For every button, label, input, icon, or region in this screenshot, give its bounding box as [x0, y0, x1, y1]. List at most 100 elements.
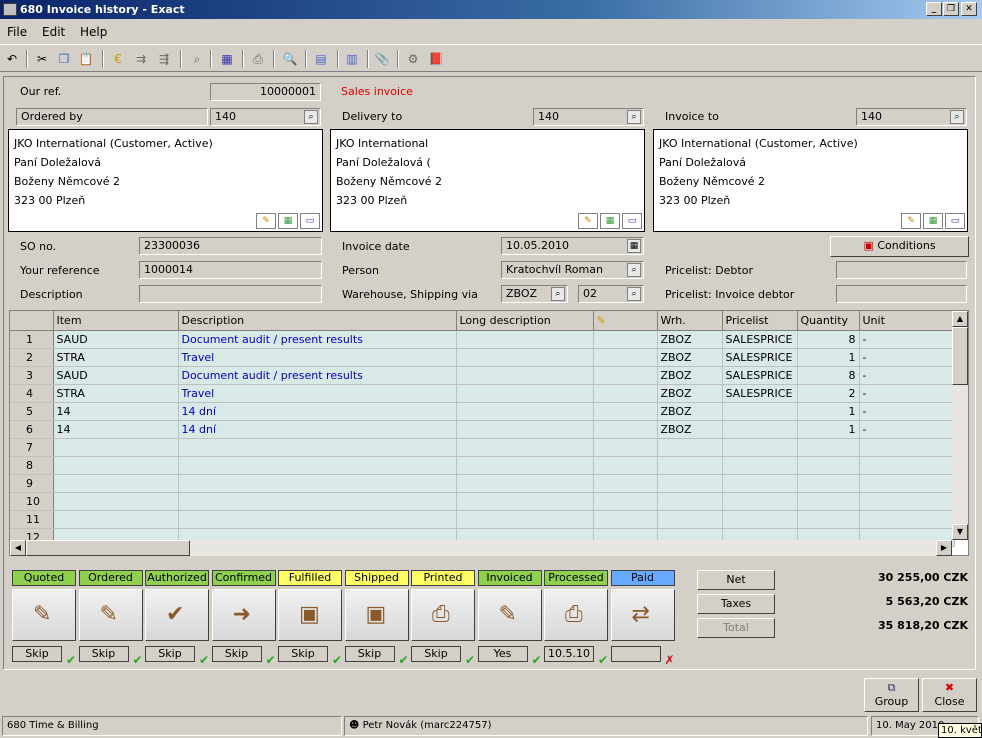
scroll-up-icon[interactable]: ▲ [952, 311, 968, 327]
cell-notes[interactable] [593, 420, 658, 439]
cell-item[interactable] [53, 438, 179, 457]
cell-item[interactable] [53, 474, 179, 493]
row-number[interactable]: 7 [10, 438, 54, 457]
stage-value[interactable]: Skip [344, 646, 395, 662]
row-number[interactable]: 8 [10, 456, 54, 475]
cell-pricelist[interactable] [722, 492, 798, 511]
window-icon[interactable]: ▭ [945, 213, 965, 229]
stage-button[interactable]: ✔ [145, 589, 209, 641]
cell-quantity[interactable]: 1 [797, 348, 860, 367]
cell-pricelist[interactable] [722, 420, 798, 439]
warehouse-field[interactable]: ZBOZ ⌕ [501, 285, 568, 303]
cell-description[interactable]: Travel [178, 384, 457, 403]
stage-value[interactable]: Yes [477, 646, 528, 662]
scroll-right-icon[interactable]: ▶ [936, 540, 952, 556]
lookup-icon[interactable]: ⌕ [627, 287, 641, 301]
cell-quantity[interactable] [797, 474, 860, 493]
person-field[interactable]: Kratochvíl Roman ⌕ [501, 261, 644, 279]
cell-warehouse[interactable]: ZBOZ [657, 330, 723, 349]
stage-button[interactable]: ⎙ [544, 589, 608, 641]
cell-unit[interactable] [859, 456, 955, 475]
notes-icon[interactable]: ▥ [343, 50, 361, 68]
cell-warehouse[interactable]: ZBOZ [657, 348, 723, 367]
window-icon[interactable]: ▭ [300, 213, 320, 229]
row-number[interactable]: 2 [10, 348, 54, 367]
description-field[interactable] [139, 285, 322, 303]
table-row[interactable]: 8 [10, 456, 955, 475]
cell-unit[interactable] [859, 510, 955, 529]
workflow-icon[interactable]: ⚙ [404, 50, 422, 68]
table-row[interactable]: 4 STRA Travel ZBOZ SALESPRICE 2- [10, 384, 955, 403]
invoice-to-field[interactable]: 140 ⌕ [856, 108, 967, 126]
cell-warehouse[interactable]: ZBOZ [657, 366, 723, 385]
stage-value[interactable]: Skip [411, 646, 461, 662]
cell-pricelist[interactable]: SALESPRICE [722, 384, 798, 403]
table-row[interactable]: 5 14 14 dní ZBOZ 1- [10, 402, 955, 421]
col-unit[interactable]: Unit [859, 311, 955, 331]
group-button[interactable]: ⧉ Group [864, 678, 919, 712]
cell-long-description[interactable] [456, 330, 594, 349]
so-field[interactable]: 23300036 [139, 237, 322, 255]
cell-item[interactable] [53, 510, 179, 529]
cell-notes[interactable] [593, 438, 658, 457]
total-button[interactable]: Total [697, 618, 775, 638]
col-pricelist[interactable]: Pricelist [722, 311, 798, 331]
attachment-icon[interactable]: 📎 [373, 50, 391, 68]
cell-description[interactable] [178, 492, 457, 511]
transfer-icon[interactable]: ⇶ [155, 50, 173, 68]
scroll-thumb[interactable] [952, 327, 968, 385]
zoom-icon[interactable]: ⌕ [188, 50, 206, 68]
scroll-left-icon[interactable]: ◀ [10, 540, 26, 556]
row-number[interactable]: 3 [10, 366, 54, 385]
cell-warehouse[interactable] [657, 474, 723, 493]
stage-button[interactable]: ▣ [344, 589, 409, 641]
col-item[interactable]: Item [53, 311, 179, 331]
close-button[interactable]: ✖ Close [922, 678, 977, 712]
cell-warehouse[interactable] [657, 438, 723, 457]
scroll-down-icon[interactable]: ▼ [952, 524, 968, 540]
cell-unit[interactable]: - [859, 402, 955, 421]
card-icon[interactable]: ▦ [600, 213, 620, 229]
row-number[interactable]: 5 [10, 402, 54, 421]
cell-long-description[interactable] [456, 348, 594, 367]
table-row[interactable]: 6 14 14 dní ZBOZ 1- [10, 420, 955, 439]
cut-icon[interactable]: ✂ [33, 50, 51, 68]
stage-button[interactable]: ⎙ [411, 589, 475, 641]
cell-description[interactable] [178, 438, 457, 457]
stage-button[interactable]: ➜ [211, 589, 276, 641]
stage-value[interactable]: Skip [78, 646, 129, 662]
stage-value[interactable] [610, 646, 661, 662]
cell-description[interactable] [178, 510, 457, 529]
cell-long-description[interactable] [456, 366, 594, 385]
vertical-scrollbar[interactable]: ▲ ▼ [952, 311, 968, 540]
col-notes[interactable]: ✎ [593, 311, 658, 331]
cell-warehouse[interactable]: ZBOZ [657, 402, 723, 421]
paste-icon[interactable]: 📋 [77, 50, 95, 68]
cell-item[interactable]: 14 [53, 402, 179, 421]
cell-unit[interactable]: - [859, 348, 955, 367]
cell-unit[interactable]: - [859, 330, 955, 349]
cell-description[interactable]: 14 dní [178, 402, 457, 421]
restore-button[interactable]: ❐ [943, 2, 959, 16]
connect-icon[interactable]: ⇉ [132, 50, 150, 68]
cell-warehouse[interactable]: ZBOZ [657, 420, 723, 439]
ordered-by-field[interactable]: 140 ⌕ [210, 108, 321, 126]
cell-item[interactable]: STRA [53, 348, 179, 367]
lookup-icon[interactable]: ⌕ [627, 263, 641, 277]
stage-button[interactable]: ✎ [78, 589, 143, 641]
cell-warehouse[interactable] [657, 510, 723, 529]
cell-quantity[interactable]: 2 [797, 384, 860, 403]
cell-warehouse[interactable]: ZBOZ [657, 384, 723, 403]
cell-pricelist[interactable] [722, 474, 798, 493]
search-icon[interactable]: 🔍 [281, 50, 299, 68]
row-number[interactable]: 10 [10, 492, 54, 511]
lookup-icon[interactable]: ⌕ [627, 110, 641, 124]
cell-quantity[interactable]: 1 [797, 420, 860, 439]
cell-item[interactable] [53, 492, 179, 511]
stage-value[interactable]: Skip [211, 646, 262, 662]
cell-long-description[interactable] [456, 510, 594, 529]
col-warehouse[interactable]: Wrh. [657, 311, 723, 331]
book-icon[interactable]: 📕 [427, 50, 445, 68]
cell-quantity[interactable] [797, 438, 860, 457]
stage-button[interactable]: ✎ [12, 589, 76, 641]
